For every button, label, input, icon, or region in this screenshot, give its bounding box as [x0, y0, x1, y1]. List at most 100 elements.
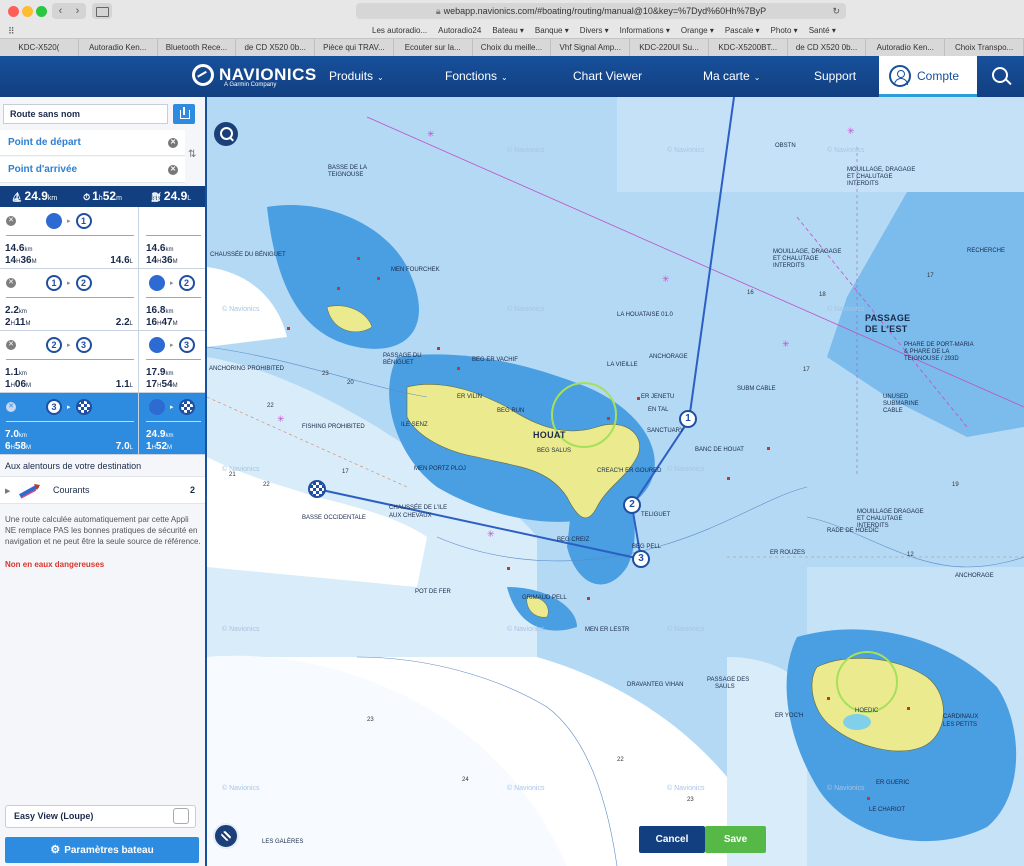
browser-tab[interactable]: Choix du meille... [473, 39, 552, 56]
bookmark-item[interactable]: Les autoradio... [372, 26, 427, 35]
minimize-window-button[interactable] [22, 6, 33, 17]
bookmark-item[interactable]: Orange ▾ [681, 26, 714, 35]
bookmark-item[interactable]: Informations ▾ [620, 26, 670, 35]
sidebar-toggle-icon[interactable] [92, 3, 112, 19]
leg-cumulative: ▸ 3 17.9km 17H54M [140, 331, 205, 393]
start-dot-icon [149, 337, 165, 353]
svg-text:✳: ✳ [427, 130, 435, 140]
boat-settings-button[interactable]: ⚙︎ Paramètres bateau [5, 837, 199, 863]
chart-watermark: © Navionics [667, 626, 705, 633]
label-mouillage-1: MOUILLAGE, DRAGAGE [847, 167, 916, 173]
back-icon[interactable]: ‹ [52, 3, 69, 19]
currents-row[interactable]: ▶ Courants 2 [0, 476, 205, 504]
browser-tab[interactable]: KDC-220UI Su... [630, 39, 709, 56]
search-icon[interactable] [979, 56, 1024, 97]
browser-tab[interactable]: Ecouter sur la... [394, 39, 473, 56]
browser-tab[interactable]: de CD X520 0b... [788, 39, 867, 56]
bookmark-item[interactable]: Banque ▾ [535, 26, 569, 35]
save-button[interactable]: Save [705, 826, 766, 853]
clear-icon[interactable]: ✕ [168, 138, 178, 148]
end-point-field[interactable]: Point d'arrivée ✕ [0, 157, 185, 183]
label-er-gueric: ER GUERIC [876, 780, 910, 786]
leg-points: ▸ 2 [149, 275, 195, 291]
label-recherche: RECHERCHE [967, 248, 1006, 254]
nav-ma-carte[interactable]: Ma carte ⌄ [703, 56, 760, 97]
route-leg[interactable]: ✕ ▸ 1 14.6km 14H36M 14.6L 14.6km 14H36M [0, 207, 205, 269]
browser-tab[interactable]: Vhf Signal Amp... [551, 39, 631, 56]
forward-icon[interactable]: › [69, 3, 86, 19]
label-unused-3: CABLE [883, 408, 903, 414]
compass-icon[interactable] [213, 823, 239, 849]
bookmark-item[interactable]: Bateau ▾ [492, 26, 524, 35]
clock-icon: ⏱︎ [83, 192, 91, 202]
arrow-right-icon: ▸ [67, 342, 71, 349]
navionics-logo[interactable]: NAVIONICS A Garmin Company [192, 64, 317, 88]
grid-icon[interactable]: ⠿ [8, 26, 15, 37]
depth-sounding: 23 [322, 371, 329, 377]
label-passage-est: PASSAGE [865, 313, 911, 323]
route-name-input[interactable]: Route sans nom [3, 104, 168, 124]
waypoint-badge: 3 [75, 337, 92, 353]
currents-label: Courants [53, 485, 90, 495]
bookmark-item[interactable]: Santé ▾ [809, 26, 836, 35]
route-leg[interactable]: ✕ 1 ▸ 2 2.2km 2H11M 2.2L ▸ 2 16.8km 16H4… [0, 269, 205, 331]
label-dravanteg: DRAVANTEG VIHAN [627, 682, 684, 688]
account-button[interactable]: Compte [879, 56, 977, 97]
delete-icon[interactable]: ✕ [6, 402, 16, 412]
label-beg-run: BEG RUN [497, 408, 525, 414]
easy-view-toggle[interactable]: Easy View (Loupe) [5, 805, 196, 828]
waypoint-badge: 2 [178, 275, 195, 291]
route-waypoint-2[interactable]: 2 [623, 496, 641, 514]
nav-support[interactable]: Support [814, 56, 856, 97]
browser-tab[interactable]: KDC-X5200BT... [709, 39, 788, 56]
delete-icon[interactable]: ✕ [6, 216, 16, 226]
bookmark-item[interactable]: Autoradio24 [438, 26, 481, 35]
depth-sounding: 16 [747, 290, 754, 296]
route-finish-flag-icon[interactable] [308, 480, 326, 498]
route-leg-active[interactable]: ✕ 3 ▸ 7.0km 6H58M 7.0L ▸ 24.9km 1H52M [0, 393, 205, 455]
route-waypoint-3[interactable]: 3 [632, 550, 650, 568]
arrow-right-icon: ▸ [170, 404, 174, 411]
browser-tab[interactable]: de CD X520 0b... [236, 39, 316, 56]
cumulative-time: 17H54M [146, 379, 178, 390]
nav-label: Fonctions [445, 69, 498, 83]
label-beg-vachif: BEG ER VACHIF [472, 357, 518, 363]
chart-watermark: © Navionics [222, 785, 260, 792]
nav-produits[interactable]: Produits ⌄ [329, 56, 384, 97]
address-bar[interactable]: 🔒︎ webapp.navionics.com/#boating/routing/… [356, 3, 846, 19]
logo-icon [192, 64, 214, 86]
start-point-field[interactable]: Point de départ ✕ [0, 130, 185, 156]
swap-icon[interactable]: ⇅ [188, 149, 196, 160]
close-window-button[interactable] [8, 6, 19, 17]
chart-watermark: © Navionics [222, 466, 260, 473]
nautical-chart[interactable]: ✳ ✳ ✳ ✳ ✳ ✳ © Navionics © Navionics © Navion… [207, 97, 1024, 866]
bookmark-item[interactable]: Divers ▾ [580, 26, 609, 35]
delete-icon[interactable]: ✕ [6, 278, 16, 288]
browser-tab[interactable]: Bluetooth Rece... [158, 39, 237, 56]
browser-tab[interactable]: Autoradio Ken... [866, 39, 946, 56]
cancel-button[interactable]: Cancel [639, 826, 705, 853]
delete-icon[interactable]: ✕ [6, 340, 16, 350]
bookmark-item[interactable]: Pascale ▾ [725, 26, 760, 35]
browser-tab[interactable]: KDC-X520( [0, 39, 79, 56]
nav-chart-viewer[interactable]: Chart Viewer [573, 56, 642, 97]
chart-watermark: © Navionics [827, 147, 865, 154]
clear-icon[interactable]: ✕ [168, 165, 178, 175]
browser-tab[interactable]: Autoradio Ken... [79, 39, 158, 56]
waypoint-badge: 3 [46, 399, 62, 415]
nav-fonctions[interactable]: Fonctions ⌄ [445, 56, 508, 97]
bookmark-item[interactable]: Photo ▾ [771, 26, 798, 35]
browser-tab[interactable]: Choix Transpo... [945, 39, 1024, 56]
label-en-tal: EN TAL [648, 407, 669, 413]
easy-view-checkbox[interactable] [173, 808, 189, 824]
label-beg-creiz: BEG CREIZ [557, 537, 590, 543]
route-waypoint-1[interactable]: 1 [679, 410, 697, 428]
browser-tab[interactable]: Pièce qui TRAV... [315, 39, 394, 56]
expand-icon[interactable]: ▶ [5, 487, 10, 495]
route-leg[interactable]: ✕ 2 ▸ 3 1.1km 1H06M 1.1L ▸ 3 17.9km 17H5… [0, 331, 205, 393]
share-icon[interactable] [173, 104, 195, 124]
depth-sounding: 23 [367, 717, 374, 723]
reload-icon[interactable]: ↻ [832, 3, 840, 19]
map-search-icon[interactable] [214, 122, 238, 146]
zoom-window-button[interactable] [36, 6, 47, 17]
